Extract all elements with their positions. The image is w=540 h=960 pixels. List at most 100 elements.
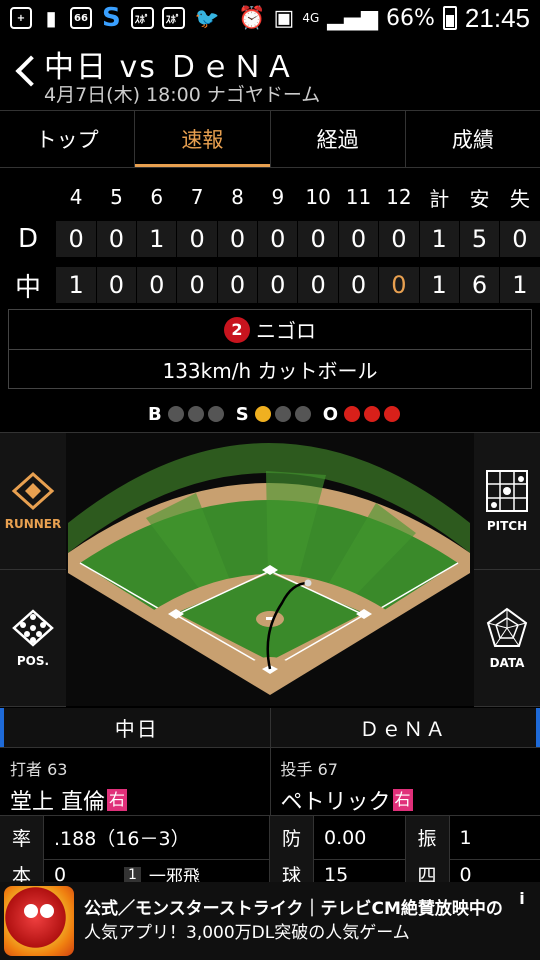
score-cell: 0 [177,221,217,257]
ball-dot [167,406,184,422]
runner-diamond-icon [11,471,55,511]
ad-banner[interactable]: 公式／モンスターストライク｜テレビCM絶賛放映中の 人気アプリ！3,000万DL… [0,882,540,960]
clock: 21:45 [464,2,530,33]
profile-icon: ▣ [273,5,295,31]
s-app-icon: S [102,3,121,33]
positions-icon [12,609,54,647]
away-team-name: ＤｅＮＡ [270,708,540,747]
inning-header: 4 [69,185,83,209]
tab-top[interactable]: トップ [0,111,136,167]
team-abbr: D [17,224,38,254]
score-cell: 0 [56,221,96,257]
network-type: 4G [302,11,320,25]
out-dot-on [344,406,360,422]
positions-label: POS. [16,654,50,668]
alarm-icon: ⏰ [238,5,266,31]
inning-header: 9 [271,185,285,209]
inning-header: 7 [190,185,204,209]
sports-app-icon: ｽﾎﾟ [130,7,154,29]
score-cell: 0 [298,221,338,257]
total-cell: 1 [419,221,459,257]
batter-card[interactable]: 打者 63 堂上 直倫 右 [0,748,271,815]
radar-chart-icon [486,607,528,647]
field-area: RUNNER POS. PITCH DATA [0,432,540,707]
runner-button[interactable]: RUNNER [0,433,66,570]
hits-cell: 6 [459,267,500,303]
outs-badge: 2 [224,316,250,343]
era-value: 0.00 [324,826,367,849]
clipboard-icon: ▮ [45,6,57,30]
play-result-box: 2 ニゴロ 133km/h カットボール [8,309,532,389]
badge-icon: 66 [70,7,92,29]
monster-strike-app-icon [4,886,74,956]
ad-body: 人気アプリ！3,000万DL突破の人気ゲーム [84,923,410,943]
inning-header: 12 [386,185,412,209]
tab-bar: トップ 速報 経過 成績 [0,110,540,168]
strikeouts-value: 1 [459,826,472,849]
scoreboard-row-away: D 0 0 1 0 0 0 0 0 0 1 5 0 [0,218,540,260]
batter-hand-badge: 右 [107,789,128,811]
header: 中日 vs ＤｅＮＡ 4月7日(木) 18:00 ナゴヤドーム [0,36,540,108]
data-button[interactable]: DATA [474,570,540,707]
battery-icon [442,6,457,30]
ball-landing-point [304,579,312,587]
score-cell: 0 [137,267,177,303]
pitcher-card[interactable]: 投手 67 ペトリック 右 [271,748,540,815]
out-label: O [322,403,338,425]
score-cell: 0 [258,267,298,303]
pitcher-role: 投手 67 [280,760,338,779]
strikeouts-key: 振 [405,815,450,860]
ball-label: B [147,403,162,425]
stats-row: 率 .188（16－3） 防 0.00 振 1 [0,815,540,860]
ball-dot [207,406,224,422]
total-header: 計 [429,186,450,211]
inning-header: 6 [150,185,164,209]
tab-progress[interactable]: 経過 [271,111,406,167]
back-arrow-icon[interactable] [14,56,38,86]
scoreboard: 4 5 6 7 8 9 10 11 12 計 安 失 D 0 0 1 0 0 0… [0,176,540,306]
score-cell: 0 [298,267,338,303]
ball-dot [187,406,204,422]
score-cell: 0 [217,267,258,303]
score-cell: 0 [96,267,137,303]
ad-info-icon[interactable]: i [512,888,532,908]
match-subtitle: 4月7日(木) 18:00 ナゴヤドーム [44,84,321,106]
score-cell: 0 [96,221,137,257]
pitch-info: 133km/h カットボール [162,358,378,383]
pitcher-name: ペトリック [280,790,391,815]
score-cell: 0 [338,221,379,257]
scoreboard-row-home: 中 1 0 0 0 0 0 0 0 0 1 6 1 [0,264,540,306]
batter-role: 打者 63 [10,760,68,779]
hits-header: 安 [469,186,490,211]
strike-label: S [235,403,249,425]
pitcher-hand-badge: 右 [392,789,413,811]
status-bar: + ▮ 66 S ｽﾎﾟ ｽﾎﾟ 🐦 ⏰ ▣ 4G ▂▄▆ 66% 21:45 [0,0,540,36]
score-cell: 0 [177,267,217,303]
out-dot-on [384,406,400,422]
pitch-label: PITCH [486,519,528,533]
tab-stats[interactable]: 成績 [406,111,540,167]
play-result: ニゴロ [256,319,316,343]
strike-dot-on [254,406,271,422]
pitch-button[interactable]: PITCH [474,433,540,570]
positions-button[interactable]: POS. [0,570,66,707]
matchup-panel: 中日 ＤｅＮＡ 打者 63 堂上 直倫 右 投手 67 ペトリック 右 率 .1… [0,708,540,890]
strike-dot [274,406,291,422]
strike-dot [294,406,311,422]
pitch-grid-icon [486,470,528,512]
sports-app-icon-2: ｽﾎﾟ [161,7,185,29]
twitter-icon: 🐦 [194,6,220,30]
errors-cell: 1 [500,267,540,303]
batter-name: 堂上 直倫 [10,790,105,815]
batting-avg-value: .188（16－3） [54,828,190,850]
plus-icon: + [10,7,32,29]
data-label: DATA [489,656,525,670]
baseball-field [68,443,470,695]
score-cell: 1 [137,221,177,257]
home-team-name: 中日 [0,708,271,747]
signal-icon: ▂▄▆ [327,5,379,31]
tab-live[interactable]: 速報 [135,111,271,167]
inning-header: 11 [345,185,372,209]
errors-header: 失 [509,186,530,211]
current-inning-cell: 0 [379,267,419,303]
